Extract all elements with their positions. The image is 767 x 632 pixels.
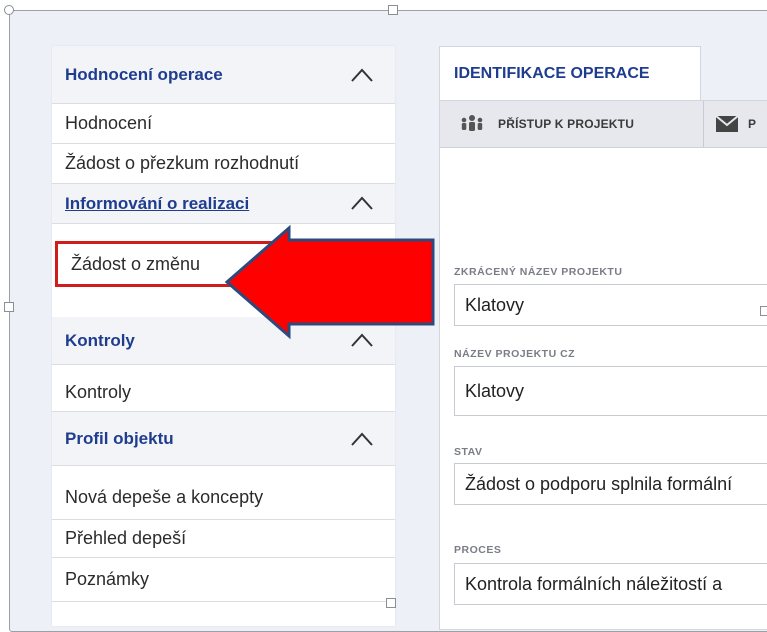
chevron-up-icon[interactable] — [351, 66, 373, 84]
chevron-up-icon[interactable] — [351, 430, 373, 448]
mail-button[interactable]: P — [716, 101, 756, 147]
nav-section-label: Hodnocení operace — [65, 64, 223, 84]
nav-item-label: Žádost o přezkum rozhodnutí — [65, 153, 300, 173]
stav-label: STAV — [454, 446, 483, 458]
nav-item-kontroly[interactable]: Kontroly — [52, 374, 395, 412]
stav-field[interactable]: Žádost o podporu splnila formální — [454, 463, 767, 505]
toolbar-separator — [703, 101, 704, 147]
nav-item-label: Přehled depeší — [65, 528, 187, 548]
nav-section-profil-objektu[interactable]: Profil objektu — [52, 412, 395, 466]
proces-label: PROCES — [454, 544, 502, 556]
nav-item-label: Kontroly — [65, 382, 132, 402]
tab-identifikace-operace[interactable]: IDENTIFIKACE OPERACE — [439, 46, 701, 100]
access-to-project-button[interactable]: PŘÍSTUP K PROJEKTU — [460, 101, 634, 147]
envelope-icon — [716, 116, 738, 132]
nav-item-label: Poznámky — [65, 569, 150, 589]
name-cz-field[interactable]: Klatovy — [454, 366, 767, 416]
proces-field[interactable]: Kontrola formálních náležitostí a — [454, 563, 767, 605]
stav-value: Žádost o podporu splnila formální — [465, 473, 733, 494]
access-to-project-label: PŘÍSTUP K PROJEKTU — [498, 117, 635, 131]
nav-section-hodnoceni-operace[interactable]: Hodnocení operace — [52, 46, 395, 104]
resize-handle-right[interactable] — [760, 306, 767, 316]
people-icon — [461, 115, 483, 131]
nav-section-informovani[interactable]: Informování o realizaci — [52, 184, 395, 224]
resize-handle-left[interactable] — [4, 302, 14, 312]
nav-section-label: Profil objektu — [65, 428, 174, 448]
content-panel: PŘÍSTUP K PROJEKTU P ZKRÁCENÝ NÁZEV PROJ… — [439, 100, 767, 630]
nav-item-zadost-o-prezkum[interactable]: Žádost o přezkum rozhodnutí — [52, 144, 395, 184]
proces-value: Kontrola formálních náležitostí a — [465, 573, 723, 594]
resize-handle-top[interactable] — [388, 5, 398, 15]
nav-section-label: Informování o realizaci — [65, 193, 250, 213]
short-name-label: ZKRÁCENÝ NÁZEV PROJEKTU — [454, 266, 623, 278]
nav-item-poznamky[interactable]: Poznámky — [52, 558, 395, 602]
tab-label: IDENTIFIKACE OPERACE — [454, 64, 650, 82]
nav-item-prehled-depesi[interactable]: Přehled depeší — [52, 520, 395, 558]
nav-item-nova-depese[interactable]: Nová depeše a koncepty — [52, 476, 395, 520]
name-cz-label: NÁZEV PROJEKTU CZ — [454, 348, 576, 360]
name-cz-value: Klatovy — [465, 380, 525, 401]
resize-handle-top-left[interactable] — [4, 5, 14, 15]
nav-item-label: Hodnocení — [65, 113, 153, 133]
short-name-field[interactable]: Klatovy — [454, 284, 767, 326]
chevron-up-icon[interactable] — [351, 194, 373, 212]
mail-button-label: P — [748, 117, 757, 131]
nav-section-label: Kontroly — [65, 330, 135, 350]
toolbar: PŘÍSTUP K PROJEKTU P — [440, 101, 767, 148]
red-arrow-callout — [224, 224, 435, 340]
nav-item-label: Žádost o změnu — [71, 253, 201, 274]
nav-item-label: Nová depeše a koncepty — [65, 487, 264, 507]
nav-item-hodnoceni[interactable]: Hodnocení — [52, 104, 395, 144]
short-name-value: Klatovy — [465, 294, 525, 315]
